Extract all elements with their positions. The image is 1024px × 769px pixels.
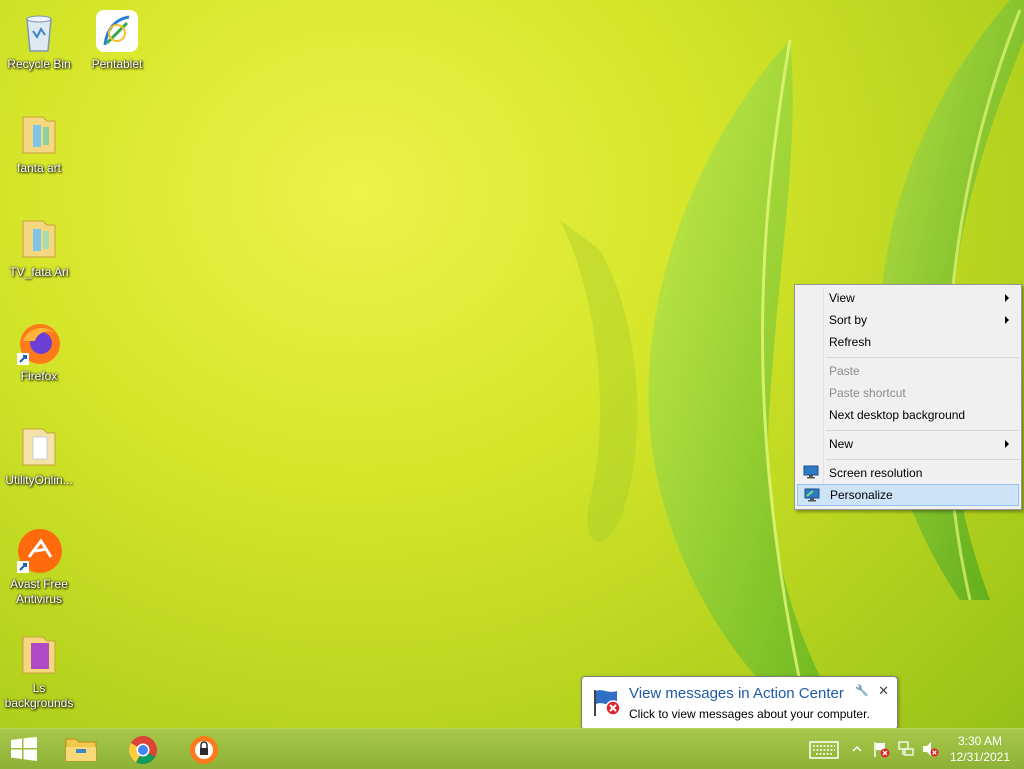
desktop-icon-pentablet[interactable]: Pentablet bbox=[79, 7, 155, 72]
folder-icon bbox=[22, 220, 56, 258]
avast-secure-browser-icon bbox=[190, 736, 218, 764]
desktop-icon-firefox[interactable]: Firefox bbox=[1, 319, 77, 384]
avast-icon bbox=[17, 529, 62, 573]
menu-item-refresh[interactable]: Refresh bbox=[797, 331, 1019, 353]
desktop-icon-ls-backgrounds[interactable]: Ls backgrounds bbox=[1, 631, 77, 711]
personalize-monitor-icon bbox=[804, 488, 820, 502]
show-hidden-icons-chevron[interactable] bbox=[851, 744, 863, 754]
action-center-flag-icon bbox=[594, 690, 621, 716]
menu-item-paste[interactable]: Paste bbox=[797, 360, 1019, 382]
icon-label: Avast Free Antivirus bbox=[10, 577, 68, 606]
menu-item-view[interactable]: View bbox=[797, 287, 1019, 309]
pentablet-icon bbox=[96, 10, 138, 52]
chrome-button[interactable] bbox=[116, 729, 172, 769]
menu-item-label: Paste shortcut bbox=[829, 386, 906, 400]
menu-item-label: Refresh bbox=[829, 335, 872, 349]
file-explorer-button[interactable] bbox=[54, 729, 110, 769]
taskbar-clock[interactable]: 3:30 AM 12/31/2021 bbox=[950, 733, 1010, 765]
firefox-icon bbox=[17, 324, 60, 365]
folder-icon bbox=[22, 428, 56, 466]
monitor-icon bbox=[803, 465, 819, 479]
desktop[interactable]: Recycle Bin Pentablet fanta art TV_fata … bbox=[0, 0, 1024, 728]
action-center-notification[interactable]: View messages in Action Center Click to … bbox=[581, 676, 898, 728]
desktop-icon-recycle-bin[interactable]: Recycle Bin bbox=[1, 7, 77, 72]
recycle-bin-icon bbox=[26, 15, 52, 52]
desktop-icon-fanta-art[interactable]: fanta art bbox=[1, 111, 77, 176]
menu-separator bbox=[826, 459, 1019, 460]
submenu-arrow-icon bbox=[1005, 294, 1009, 302]
menu-item-label: Personalize bbox=[830, 488, 893, 502]
network-icon[interactable] bbox=[897, 740, 915, 758]
icon-label: TV_fata Ari bbox=[9, 265, 69, 279]
chrome-icon bbox=[129, 736, 157, 764]
notification-text: Click to view messages about your comput… bbox=[629, 707, 870, 721]
menu-item-personalize[interactable]: Personalize bbox=[797, 484, 1019, 506]
windows-start-icon bbox=[11, 737, 37, 761]
wrench-icon[interactable]: 🔧 bbox=[855, 684, 869, 697]
icon-label: fanta art bbox=[16, 161, 62, 175]
icon-label: Pentablet bbox=[91, 57, 143, 71]
icon-label: Ls backgrounds bbox=[4, 681, 74, 710]
action-center-flag-icon[interactable] bbox=[872, 740, 890, 758]
submenu-arrow-icon bbox=[1005, 316, 1009, 324]
folder-icon bbox=[22, 116, 56, 154]
folder-icon bbox=[22, 636, 56, 674]
menu-item-next-desktop-background[interactable]: Next desktop background bbox=[797, 404, 1019, 426]
menu-item-paste-shortcut[interactable]: Paste shortcut bbox=[797, 382, 1019, 404]
submenu-arrow-icon bbox=[1005, 440, 1009, 448]
icon-label: Firefox bbox=[20, 369, 58, 383]
clock-date: 12/31/2021 bbox=[949, 750, 1010, 764]
desktop-context-menu: View Sort by Refresh Paste Paste shortcu… bbox=[794, 284, 1022, 510]
clock-time: 3:30 AM bbox=[957, 734, 1002, 748]
menu-item-sort-by[interactable]: Sort by bbox=[797, 309, 1019, 331]
file-explorer-icon bbox=[65, 738, 97, 762]
touch-keyboard-icon[interactable] bbox=[809, 741, 839, 759]
icon-label: Recycle Bin bbox=[7, 57, 71, 71]
menu-item-label: View bbox=[829, 291, 855, 305]
menu-item-label: Paste bbox=[829, 364, 860, 378]
menu-item-label: Next desktop background bbox=[829, 408, 966, 422]
menu-separator bbox=[826, 357, 1019, 358]
menu-item-label: Screen resolution bbox=[829, 466, 923, 480]
menu-item-label: Sort by bbox=[829, 313, 868, 327]
menu-separator bbox=[826, 430, 1019, 431]
menu-item-new[interactable]: New bbox=[797, 433, 1019, 455]
menu-item-screen-resolution[interactable]: Screen resolution bbox=[797, 462, 1019, 484]
taskbar: 3:30 AM 12/31/2021 bbox=[0, 728, 1024, 769]
desktop-icon-tv-fata-ari[interactable]: TV_fata Ari bbox=[1, 215, 77, 280]
avast-browser-button[interactable] bbox=[177, 729, 233, 769]
start-button[interactable] bbox=[0, 729, 56, 769]
menu-item-label: New bbox=[829, 437, 854, 451]
close-icon[interactable]: ✕ bbox=[878, 683, 889, 699]
desktop-icon-avast[interactable]: Avast Free Antivirus bbox=[1, 527, 77, 607]
volume-muted-icon[interactable] bbox=[921, 740, 939, 758]
icon-label: UtilityOnlin... bbox=[5, 473, 73, 487]
desktop-icon-utilityonline[interactable]: UtilityOnlin... bbox=[1, 423, 77, 488]
notification-title: View messages in Action Center bbox=[629, 685, 844, 702]
